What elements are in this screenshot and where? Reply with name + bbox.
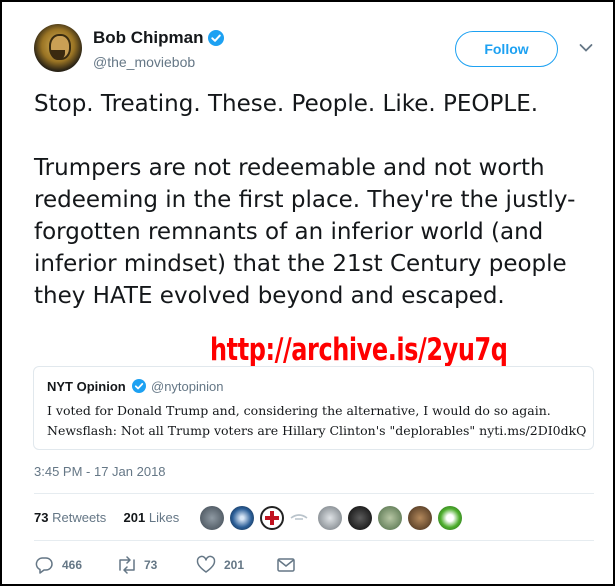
like-button[interactable]: 201 (196, 555, 256, 575)
chevron-down-icon[interactable] (579, 43, 593, 53)
verified-badge-icon (132, 379, 146, 393)
liker-avatar[interactable] (290, 510, 308, 520)
bird-icon (290, 514, 308, 520)
author-handle[interactable]: @the_moviebob (93, 54, 195, 70)
reply-icon (35, 557, 53, 574)
retweet-icon (119, 556, 135, 574)
quoted-author-name: NYT Opinion (47, 379, 126, 394)
liker-avatar[interactable] (438, 506, 462, 530)
heart-icon (196, 555, 216, 573)
liker-avatar[interactable] (230, 506, 254, 530)
retweets-label[interactable]: Retweets (52, 510, 106, 525)
quoted-tweet[interactable]: NYT Opinion @nytopinion I voted for Dona… (33, 366, 594, 450)
quoted-author-handle: @nytopinion (151, 379, 224, 394)
tweet-card: Bob Chipman @the_moviebob Follow Stop. T… (0, 0, 615, 586)
likes-label[interactable]: Likes (149, 510, 179, 525)
author-display-name[interactable]: Bob Chipman (93, 28, 204, 48)
tweet-timestamp[interactable]: 3:45 PM - 17 Jan 2018 (34, 464, 166, 479)
quoted-tweet-text: I voted for Donald Trump and, considerin… (47, 401, 587, 441)
divider (34, 540, 594, 541)
follow-button[interactable]: Follow (455, 31, 558, 67)
cross-icon (265, 511, 279, 525)
retweet-count: 73 (144, 558, 158, 572)
liker-avatar[interactable] (408, 506, 432, 530)
liker-avatar[interactable] (378, 506, 402, 530)
likes-count[interactable]: 201 (124, 510, 146, 525)
archive-watermark: http://archive.is/2yu7q (210, 332, 508, 368)
liker-avatar[interactable] (348, 506, 372, 530)
engagement-stats: 73 Retweets 201 Likes (34, 510, 179, 525)
direct-message-button[interactable] (276, 555, 300, 575)
reply-button[interactable]: 466 (34, 555, 94, 575)
liker-avatar[interactable] (200, 506, 224, 530)
envelope-icon (277, 558, 295, 572)
verified-badge-icon (208, 30, 224, 46)
quoted-tweet-line: I voted for Donald Trump and, considerin… (47, 403, 551, 418)
reply-count: 466 (62, 558, 83, 572)
liker-avatar[interactable] (318, 506, 342, 530)
divider (34, 493, 594, 494)
like-count: 201 (224, 558, 245, 572)
tweet-text: Stop. Treating. These. People. Like. PEO… (34, 91, 576, 309)
author-avatar[interactable] (34, 24, 82, 72)
quoted-tweet-line: Newsflash: Not all Trump voters are Hill… (47, 423, 587, 438)
liker-avatar[interactable] (260, 506, 284, 530)
retweet-button[interactable]: 73 (116, 555, 176, 575)
retweets-count[interactable]: 73 (34, 510, 48, 525)
